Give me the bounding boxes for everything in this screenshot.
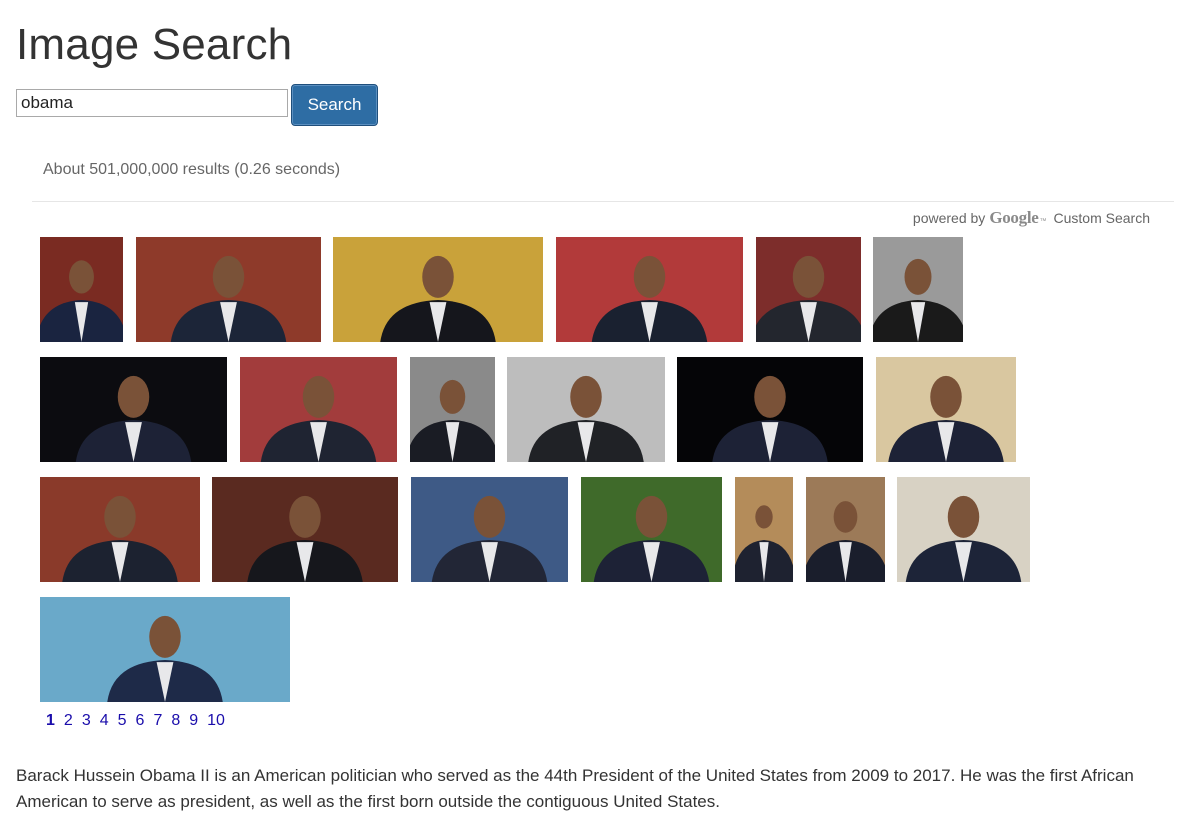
page-link[interactable]: 10 xyxy=(207,712,225,730)
image-result[interactable] xyxy=(212,477,398,582)
thumbnail-image xyxy=(333,237,543,342)
page-link[interactable]: 6 xyxy=(136,712,145,730)
thumbnail-face xyxy=(633,255,666,298)
thumbnail-face xyxy=(947,495,980,538)
thumbnail-face xyxy=(754,375,786,418)
page-title: Image Search xyxy=(16,20,293,69)
description-text: Barack Hussein Obama II is an American p… xyxy=(16,766,1134,811)
image-result[interactable] xyxy=(411,477,568,582)
thumbnail-image xyxy=(556,237,743,342)
thumbnail-image xyxy=(40,357,227,462)
thumbnail-face xyxy=(212,255,245,298)
divider xyxy=(32,201,1174,202)
image-result[interactable] xyxy=(677,357,863,462)
thumbnail-face xyxy=(302,375,335,418)
page-link[interactable]: 9 xyxy=(189,712,198,730)
image-result[interactable] xyxy=(806,477,885,582)
image-result[interactable] xyxy=(40,237,123,342)
page-link[interactable]: 4 xyxy=(100,712,109,730)
page-link[interactable]: 7 xyxy=(153,712,162,730)
thumbnail-image xyxy=(897,477,1030,582)
image-result[interactable] xyxy=(897,477,1030,582)
image-result[interactable] xyxy=(876,357,1016,462)
image-result[interactable] xyxy=(735,477,793,582)
image-result[interactable] xyxy=(756,237,861,342)
thumbnail-face xyxy=(755,505,773,529)
thumbnail-face xyxy=(570,375,602,418)
thumbnail-image xyxy=(581,477,722,582)
image-result[interactable] xyxy=(240,357,397,462)
page-link[interactable]: 8 xyxy=(171,712,180,730)
thumbnail-face xyxy=(930,375,962,418)
thumbnail-image xyxy=(876,357,1016,462)
google-logo: Google xyxy=(989,208,1039,227)
search-input[interactable] xyxy=(16,89,288,117)
google-branding: powered by Google ™ Custom Search xyxy=(913,208,1150,228)
image-result[interactable] xyxy=(581,477,722,582)
thumbnail-image xyxy=(873,237,963,342)
thumbnail-face xyxy=(104,495,136,538)
image-result[interactable] xyxy=(556,237,743,342)
image-result[interactable] xyxy=(507,357,665,462)
thumbnail-face xyxy=(117,375,150,418)
thumbnail-face xyxy=(289,495,321,538)
thumbnail-image xyxy=(756,237,861,342)
thumbnail-face xyxy=(792,255,825,298)
thumbnail-image xyxy=(136,237,321,342)
thumbnail-image xyxy=(735,477,793,582)
thumbnail-image xyxy=(40,237,123,342)
thumbnail-image xyxy=(240,357,397,462)
custom-search-label: Custom Search xyxy=(1053,210,1150,226)
thumbnail-image xyxy=(40,477,200,582)
page-link[interactable]: 3 xyxy=(82,712,91,730)
thumbnail-image xyxy=(40,597,290,702)
image-result[interactable] xyxy=(40,597,290,702)
thumbnail-face xyxy=(904,258,932,295)
search-button[interactable]: Search xyxy=(291,84,378,126)
trademark-mark: ™ xyxy=(1039,218,1047,225)
thumbnail-face xyxy=(833,501,858,533)
image-result[interactable] xyxy=(873,237,963,342)
page-link[interactable]: 1 xyxy=(46,712,55,730)
thumbnail-face xyxy=(473,495,506,538)
image-result[interactable] xyxy=(136,237,321,342)
page-link[interactable]: 5 xyxy=(118,712,127,730)
thumbnail-face xyxy=(439,379,466,414)
thumbnail-face xyxy=(422,255,454,298)
image-result[interactable] xyxy=(410,357,495,462)
thumbnail-image xyxy=(411,477,568,582)
pagination: 1 2 3 4 5 6 7 8 9 10 xyxy=(46,712,234,730)
thumbnail-image xyxy=(806,477,885,582)
image-result[interactable] xyxy=(40,477,200,582)
thumbnail-face xyxy=(149,615,181,658)
powered-by-label: powered by xyxy=(912,210,986,226)
thumbnail-image xyxy=(677,357,863,462)
results-count: About 501,000,000 results (0.26 seconds) xyxy=(43,161,341,178)
thumbnail-image xyxy=(212,477,398,582)
image-result[interactable] xyxy=(333,237,543,342)
thumbnail-image xyxy=(410,357,495,462)
page-link[interactable]: 2 xyxy=(64,712,73,730)
thumbnail-face xyxy=(69,260,94,294)
image-result[interactable] xyxy=(40,357,227,462)
thumbnail-image xyxy=(507,357,665,462)
thumbnail-face xyxy=(635,495,668,538)
